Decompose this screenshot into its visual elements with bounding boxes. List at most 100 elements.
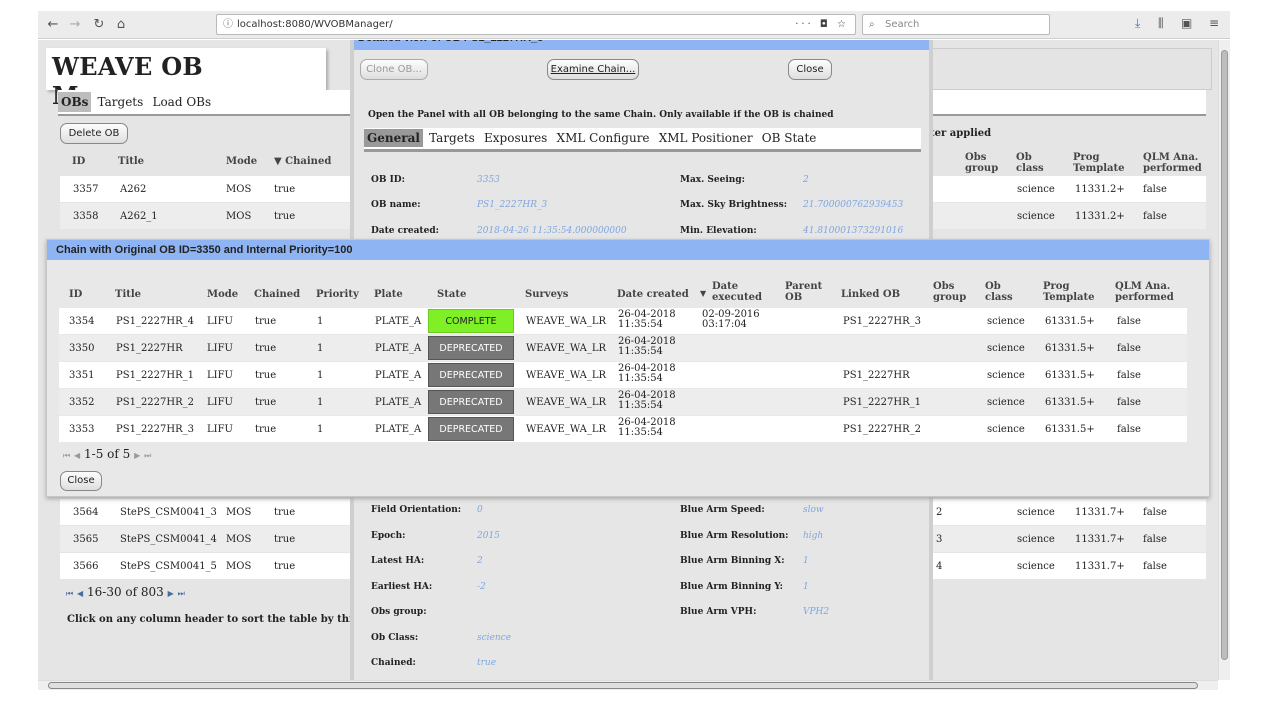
chain-table-row[interactable]: 3350 PS1_2227HR LIFU true 1 PLATE_A DEPR… — [59, 335, 1187, 361]
download-icon[interactable]: ⤓ — [1135, 16, 1140, 31]
last-page-icon[interactable]: ⏭ — [178, 589, 185, 598]
chain-header-mode[interactable]: Mode — [207, 290, 238, 300]
site-info-icon[interactable]: ⓘ — [223, 15, 233, 34]
cell-mode: LIFU — [207, 343, 233, 354]
cell-id: 3565 — [73, 534, 99, 545]
cell-date-created: 26-04-2018 11:35:54 — [618, 309, 676, 330]
chain-table-row[interactable]: 3353 PS1_2227HR_3 LIFU true 1 PLATE_A DE… — [59, 416, 1187, 442]
column-header-prog-template[interactable]: Prog Template — [1073, 152, 1131, 174]
cell-mode: MOS — [226, 534, 252, 545]
chain-table-row[interactable]: 3351 PS1_2227HR_1 LIFU true 1 PLATE_A DE… — [59, 362, 1187, 388]
next-page-icon[interactable]: ▶ — [134, 451, 140, 460]
chain-header-date-created[interactable]: Date created — [617, 290, 689, 300]
tab-targets[interactable]: Targets — [426, 129, 478, 147]
chain-header-plate[interactable]: Plate — [374, 290, 403, 300]
tab-obs[interactable]: OBs — [58, 92, 92, 112]
library-icon[interactable]: ⫼ — [1158, 16, 1164, 31]
field-label-blue-arm-binning-x: Blue Arm Binning X: — [680, 556, 785, 566]
chain-header-chained[interactable]: Chained — [254, 290, 300, 300]
sort-desc-icon: ▼ — [274, 156, 286, 167]
search-placeholder: Search — [885, 19, 920, 30]
detail-close-button[interactable]: Close — [788, 59, 832, 80]
cell-id: 3566 — [73, 561, 99, 572]
tab-general[interactable]: General — [364, 129, 423, 147]
field-label-ob-id: OB ID: — [371, 175, 405, 185]
sidebar-icon[interactable]: ▣ — [1181, 16, 1192, 30]
horizontal-scroll-thumb[interactable] — [48, 682, 1198, 689]
pocket-icon[interactable]: ◘ — [820, 19, 831, 30]
chain-close-button[interactable]: Close — [60, 471, 102, 491]
column-header-title[interactable]: Title — [118, 156, 144, 167]
tab-xml-positioner[interactable]: XML Positioner — [656, 129, 756, 147]
cell-plate: PLATE_A — [375, 397, 422, 408]
cell-mode: LIFU — [207, 370, 233, 381]
page-actions-menu-icon[interactable]: ··· — [795, 19, 814, 30]
tab-exposures[interactable]: Exposures — [481, 129, 550, 147]
field-label-ob-name: OB name: — [371, 200, 421, 210]
cell-mode: LIFU — [207, 397, 233, 408]
chain-header-priority[interactable]: Priority — [316, 290, 359, 300]
horizontal-scrollbar[interactable] — [38, 680, 1218, 690]
column-header-mode[interactable]: Mode — [226, 156, 257, 167]
prev-page-icon[interactable]: ◀ — [74, 451, 80, 460]
field-label-obs-group: Obs group: — [371, 607, 427, 617]
first-page-icon[interactable]: ⏮ — [63, 451, 70, 460]
column-header-id[interactable]: ID — [72, 156, 85, 167]
reload-icon[interactable]: ↻ — [90, 15, 108, 35]
field-label-blue-arm-speed: Blue Arm Speed: — [680, 505, 765, 515]
column-header-qlm[interactable]: QLM Ana. performed — [1143, 152, 1205, 174]
chain-header-title[interactable]: Title — [115, 290, 141, 300]
column-header-ob-class[interactable]: Ob class — [1016, 152, 1052, 174]
bookmark-star-icon[interactable]: ☆ — [837, 19, 849, 30]
cell-plate: PLATE_A — [375, 316, 422, 327]
examine-chain-button[interactable]: Examine Chain... — [547, 59, 639, 80]
cell-chained: true — [255, 316, 277, 327]
field-value-date-created: 2018-04-26 11:35:54.000000000 — [477, 226, 627, 236]
tab-targets[interactable]: Targets — [95, 92, 147, 112]
chain-header-state[interactable]: State — [437, 290, 466, 300]
clone-ob-button[interactable]: Clone OB... — [360, 59, 428, 80]
column-header-chained[interactable]: ▼ Chained — [274, 156, 331, 167]
chain-table-row[interactable]: 3354 PS1_2227HR_4 LIFU true 1 PLATE_A CO… — [59, 308, 1187, 334]
chain-header-surveys[interactable]: Surveys — [525, 290, 568, 300]
cell-id: 3352 — [69, 397, 95, 408]
tab-load-obs[interactable]: Load OBs — [149, 92, 214, 112]
field-value-latest-ha: 2 — [477, 556, 483, 566]
first-page-icon[interactable]: ⏮ — [66, 589, 73, 598]
chain-dialog: Chain with Original OB ID=3350 and Inter… — [46, 239, 1210, 497]
cell-qlm: false — [1143, 507, 1167, 518]
url-bar[interactable]: ⓘ localhost:8080/WVOBManager/ ··· ◘ ☆ — [216, 14, 856, 35]
menu-icon[interactable]: ≡ — [1209, 16, 1219, 30]
cell-prog-template: 11331.7+ — [1075, 561, 1125, 572]
cell-prog-template: 11331.7+ — [1075, 534, 1125, 545]
field-value-blue-arm-vph: VPH2 — [803, 607, 830, 617]
last-page-icon[interactable]: ⏭ — [144, 451, 151, 460]
vertical-scroll-thumb[interactable] — [1221, 50, 1228, 660]
cell-ob-class: science — [987, 343, 1025, 354]
column-header-obs-group[interactable]: Obs group — [965, 152, 1005, 174]
field-label-field-orientation: Field Orientation: — [371, 505, 462, 515]
chain-header-id[interactable]: ID — [69, 290, 82, 300]
home-icon[interactable]: ⌂ — [112, 15, 130, 35]
tab-ob-state[interactable]: OB State — [759, 129, 820, 147]
vertical-scrollbar[interactable] — [1218, 40, 1230, 680]
cell-id: 3564 — [73, 507, 99, 518]
forward-icon[interactable]: → — [66, 15, 84, 35]
detail-dialog-title: Detailed view of OB PS1_2227HR_3 — [354, 40, 929, 50]
tab-xml-configure[interactable]: XML Configure — [554, 129, 653, 147]
field-label-blue-arm-binning-y: Blue Arm Binning Y: — [680, 582, 783, 592]
page-actions: ··· ◘ ☆ — [795, 15, 849, 34]
search-bar[interactable]: ⌕ Search — [862, 14, 1050, 35]
cell-priority: 1 — [317, 343, 324, 354]
cell-linked-ob: PS1_2227HR_2 — [843, 424, 922, 435]
cell-linked-ob: PS1_2227HR_1 — [843, 397, 922, 408]
prev-page-icon[interactable]: ◀ — [77, 589, 83, 598]
cell-priority: 1 — [317, 397, 324, 408]
cell-prog-template: 61331.5+ — [1045, 397, 1095, 408]
chain-header-linked-ob[interactable]: Linked OB — [841, 290, 900, 300]
chain-table-row[interactable]: 3352 PS1_2227HR_2 LIFU true 1 PLATE_A DE… — [59, 389, 1187, 415]
cell-qlm: false — [1117, 370, 1141, 381]
delete-ob-button[interactable]: Delete OB — [60, 123, 128, 144]
next-page-icon[interactable]: ▶ — [168, 589, 174, 598]
back-icon[interactable]: ← — [44, 15, 62, 35]
